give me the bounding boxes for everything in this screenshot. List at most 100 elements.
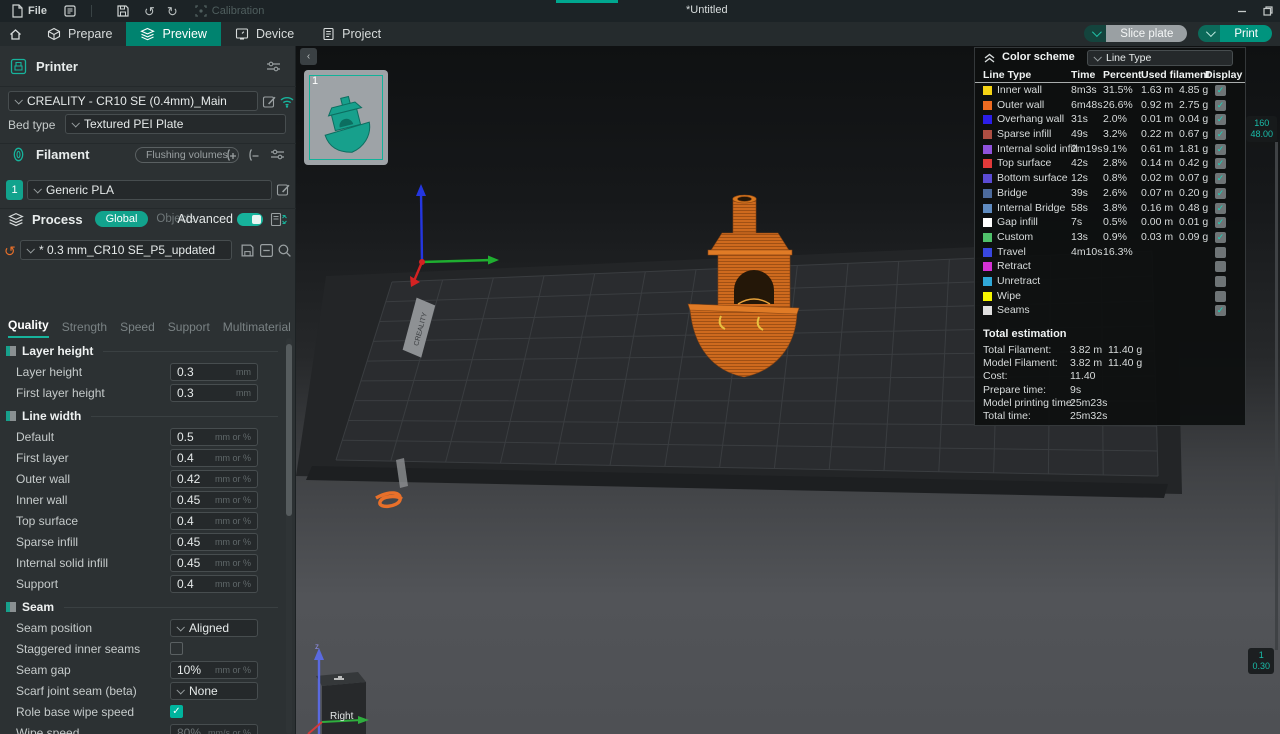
home-button[interactable] xyxy=(8,27,23,42)
process-preset-select[interactable]: * 0.3 mm_CR10 SE_P5_updated xyxy=(20,240,232,260)
setting-value: 0.45 xyxy=(177,493,200,507)
wifi-icon[interactable] xyxy=(279,95,295,108)
layer-slider-bottom-badge[interactable]: 1 0.30 xyxy=(1248,648,1274,674)
list-icon xyxy=(63,4,77,18)
undo-button[interactable]: ↺ xyxy=(144,5,155,18)
scrollbar-thumb[interactable] xyxy=(286,344,292,516)
bed-type-select[interactable]: Textured PEI Plate xyxy=(65,114,286,134)
line-type-row: Custom13s0.9%0.03 m0.09 g✓ xyxy=(975,230,1245,245)
edit-filament-icon[interactable] xyxy=(276,182,291,197)
setting-input[interactable]: 0.45mm or % xyxy=(170,533,258,551)
setting-input[interactable]: 0.4mm or % xyxy=(170,449,258,467)
collapse-panel-icon[interactable] xyxy=(983,52,996,64)
sidebar-scrollbar[interactable] xyxy=(286,338,292,734)
display-checkbox[interactable]: ✓ xyxy=(1215,173,1226,184)
display-checkbox[interactable] xyxy=(1215,276,1226,287)
print-button[interactable]: Print xyxy=(1198,25,1272,42)
display-checkbox[interactable]: ✓ xyxy=(1215,129,1226,140)
calibration-label: Calibration xyxy=(212,5,265,17)
printer-preset-select[interactable]: CREALITY - CR10 SE (0.4mm)_Main xyxy=(8,91,258,111)
process-tab-multimaterial[interactable]: Multimaterial xyxy=(223,320,291,338)
delete-preset-icon[interactable] xyxy=(259,243,274,258)
display-checkbox[interactable]: ✓ xyxy=(1215,217,1226,228)
setting-input[interactable]: 0.3mm xyxy=(170,384,258,402)
settings-group-header: Seam xyxy=(0,597,286,617)
tab-prepare[interactable]: Prepare xyxy=(33,22,126,46)
setting-input[interactable]: 0.45mm or % xyxy=(170,491,258,509)
display-checkbox[interactable]: ✓ xyxy=(1215,305,1226,316)
display-checkbox[interactable] xyxy=(1215,261,1226,272)
display-checkbox[interactable] xyxy=(1215,291,1226,302)
compare-presets-icon[interactable] xyxy=(270,212,287,227)
save-button[interactable] xyxy=(116,4,130,18)
slice-dropdown-button[interactable] xyxy=(1084,25,1106,42)
display-checkbox[interactable]: ✓ xyxy=(1215,232,1226,243)
display-checkbox[interactable]: ✓ xyxy=(1215,188,1226,199)
tab-device[interactable]: Device xyxy=(221,22,308,46)
display-checkbox[interactable]: ✓ xyxy=(1215,114,1226,125)
advanced-toggle[interactable] xyxy=(237,213,263,226)
flushing-volumes-button[interactable]: Flushing volumes xyxy=(135,147,239,163)
filament-index-badge[interactable]: 1 xyxy=(6,180,23,200)
redo-icon: ↻ xyxy=(167,5,178,18)
setting-input[interactable]: 10%mm or % xyxy=(170,661,258,679)
setting-input[interactable]: 0.5mm or % xyxy=(170,428,258,446)
search-icon[interactable] xyxy=(277,243,292,258)
file-menu[interactable]: File xyxy=(10,4,47,18)
printer-section-title: Printer xyxy=(36,59,78,74)
color-swatch xyxy=(983,262,992,271)
process-tab-speed[interactable]: Speed xyxy=(120,320,155,338)
printer-icon xyxy=(10,58,27,75)
setting-select[interactable]: None xyxy=(170,682,258,700)
display-checkbox[interactable]: ✓ xyxy=(1215,100,1226,111)
reset-preset-icon[interactable]: ↺ xyxy=(4,244,16,258)
layer-slider-top-badge[interactable]: 160 48.00 xyxy=(1246,116,1277,142)
purge-line xyxy=(376,493,402,506)
print-dropdown-button[interactable] xyxy=(1198,25,1220,42)
color-scheme-select[interactable]: Line Type xyxy=(1087,50,1233,66)
process-tab-quality[interactable]: Quality xyxy=(8,318,49,338)
setting-checkbox[interactable] xyxy=(170,642,183,655)
remove-filament-icon[interactable] xyxy=(247,148,263,162)
printer-settings-icon[interactable] xyxy=(266,60,281,73)
plate-thumbnail[interactable]: 1 xyxy=(304,70,388,165)
setting-input[interactable]: 0.45mm or % xyxy=(170,554,258,572)
line-type-row: Seams✓ xyxy=(975,303,1245,318)
tab-preview[interactable]: Preview xyxy=(126,22,220,46)
setting-input[interactable]: 0.4mm or % xyxy=(170,512,258,530)
collapse-sidebar-button[interactable]: ‹ xyxy=(300,48,317,65)
color-swatch xyxy=(983,86,992,95)
slice-plate-button[interactable]: Slice plate xyxy=(1084,25,1187,42)
display-checkbox[interactable]: ✓ xyxy=(1215,144,1226,155)
add-filament-icon[interactable] xyxy=(225,148,241,162)
tab-project[interactable]: Project xyxy=(308,22,395,46)
display-checkbox[interactable]: ✓ xyxy=(1215,85,1226,96)
col-line-type: Line Type xyxy=(983,69,1031,81)
color-swatch xyxy=(983,115,992,124)
setting-input[interactable]: 0.42mm or % xyxy=(170,470,258,488)
setting-row: Inner wall0.45mm or % xyxy=(0,489,286,510)
weight-value: 0.01 g xyxy=(1179,216,1208,228)
process-tab-support[interactable]: Support xyxy=(168,320,210,338)
layer-slider-track[interactable] xyxy=(1275,142,1278,650)
display-checkbox[interactable]: ✓ xyxy=(1215,158,1226,169)
setting-input[interactable]: 80%mm/s or % xyxy=(170,724,258,734)
setting-select[interactable]: Aligned xyxy=(170,619,258,637)
process-tab-strength[interactable]: Strength xyxy=(62,320,107,338)
calibration-button[interactable]: Calibration xyxy=(194,4,265,18)
edit-printer-icon[interactable] xyxy=(262,94,277,109)
setting-input[interactable]: 0.4mm or % xyxy=(170,575,258,593)
display-checkbox[interactable] xyxy=(1215,247,1226,258)
setting-input[interactable]: 0.3mm xyxy=(170,363,258,381)
display-checkbox[interactable]: ✓ xyxy=(1215,203,1226,214)
time-value: 39s xyxy=(1071,187,1088,199)
setting-checkbox[interactable]: ✓ xyxy=(170,705,183,718)
process-global-tab[interactable]: Global xyxy=(95,211,149,227)
redo-button[interactable]: ↻ xyxy=(167,5,178,18)
filament-preset-select[interactable]: Generic PLA xyxy=(27,180,272,200)
minimize-button[interactable] xyxy=(1236,5,1248,17)
recent-files-button[interactable] xyxy=(63,4,77,18)
filament-settings-icon[interactable] xyxy=(270,148,285,161)
restore-button[interactable] xyxy=(1262,5,1274,17)
save-preset-icon[interactable] xyxy=(240,243,255,258)
